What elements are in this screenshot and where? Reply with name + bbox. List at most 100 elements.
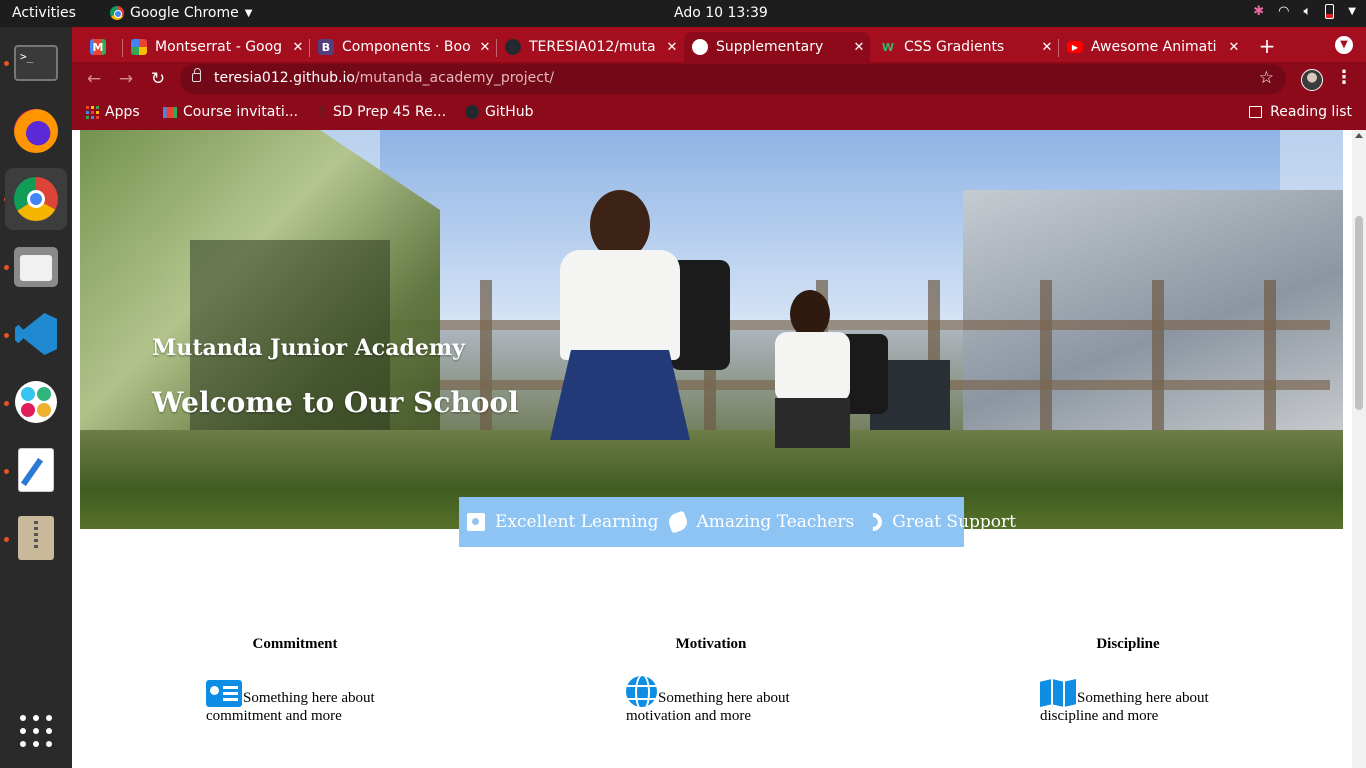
- bookmark-label: Apps: [105, 104, 140, 120]
- lock-icon[interactable]: [192, 68, 201, 82]
- google-fonts-icon: [131, 39, 147, 55]
- running-indicator: [4, 61, 9, 66]
- clock[interactable]: Ado 10 13:39: [674, 5, 768, 21]
- globe-icon: [692, 39, 708, 55]
- tab-title: Montserrat - Goog: [155, 39, 283, 55]
- files-icon[interactable]: [12, 243, 60, 291]
- features-bar: Excellent Learning Amazing Teachers Grea…: [459, 497, 1016, 547]
- close-icon[interactable]: ✕: [661, 40, 683, 55]
- running-indicator: [4, 265, 9, 270]
- tab-css-gradients[interactable]: W CSS Gradients ✕: [872, 32, 1058, 62]
- url-text: teresia012.github.io/mutanda_academy_pro…: [214, 70, 554, 86]
- close-icon[interactable]: ✕: [1036, 40, 1058, 55]
- map-icon: [1040, 679, 1076, 707]
- close-icon[interactable]: ✕: [1223, 40, 1245, 55]
- archive-manager-icon[interactable]: [12, 514, 60, 562]
- forward-button[interactable]: →: [114, 68, 138, 92]
- scrollbar-thumb[interactable]: [1355, 216, 1363, 410]
- chevron-down-icon: ▼: [244, 7, 253, 19]
- bookmark-sd-prep[interactable]: SD Prep 45 Re...: [317, 104, 446, 120]
- firefox-icon[interactable]: [12, 107, 60, 155]
- github-icon: [505, 39, 521, 55]
- reading-list-label: Reading list: [1270, 104, 1352, 120]
- tab-gmail[interactable]: M: [82, 32, 122, 62]
- activities-button[interactable]: Activities: [12, 5, 76, 21]
- chrome-icon[interactable]: [5, 168, 67, 230]
- tab-awesome-animations[interactable]: ▶ Awesome Animati ✕: [1059, 32, 1245, 62]
- slack-tray-icon[interactable]: ✱: [1253, 4, 1264, 19]
- more-menu-icon[interactable]: ⋮: [1335, 67, 1353, 88]
- page-scrollbar[interactable]: [1352, 130, 1366, 768]
- back-button[interactable]: ←: [82, 68, 106, 92]
- running-indicator: [4, 401, 9, 406]
- tab-bootstrap[interactable]: B Components · Boo ✕: [310, 32, 496, 62]
- bootstrap-icon: B: [318, 39, 334, 55]
- tab-title: TERESIA012/muta: [529, 39, 656, 55]
- tab-title: Components · Boo: [342, 39, 471, 55]
- bookmark-course-invitation[interactable]: Course invitati...: [163, 104, 298, 120]
- feature-label: Excellent Learning: [495, 512, 659, 532]
- running-indicator: [4, 469, 9, 474]
- tab-title: CSS Gradients: [904, 39, 1005, 55]
- feature-label: Amazing Teachers: [696, 512, 855, 532]
- column-motivation: Something here about motivation and more: [626, 676, 816, 725]
- tab-search-button[interactable]: ▼: [1335, 36, 1353, 54]
- new-tab-button[interactable]: +: [1255, 34, 1279, 58]
- close-icon[interactable]: ✕: [474, 40, 496, 55]
- hero-title: Welcome to Our School: [152, 386, 519, 419]
- column-title-discipline: Discipline: [1096, 636, 1160, 652]
- bookmark-star-icon[interactable]: ☆: [1259, 68, 1274, 88]
- chrome-icon: [110, 6, 124, 20]
- bookmark-github[interactable]: GitHub: [465, 104, 534, 120]
- browser-toolbar: ← → ↻ teresia012.github.io/mutanda_acade…: [72, 62, 1366, 96]
- reading-list-icon: [1249, 106, 1263, 118]
- url-host: teresia012.github.io: [214, 70, 355, 86]
- gmail-icon: M: [90, 39, 106, 55]
- apps-grid-icon: [86, 105, 99, 119]
- github-icon: [465, 105, 479, 119]
- page-viewport[interactable]: Mutanda Junior Academy Welcome to Our Sc…: [72, 130, 1366, 768]
- column-title-motivation: Motivation: [675, 636, 747, 652]
- tab-title: Supplementary: [716, 39, 824, 55]
- chrome-window: M Montserrat - Goog ✕ B Components · Boo…: [72, 27, 1366, 768]
- battery-icon[interactable]: [1325, 4, 1335, 19]
- tab-github[interactable]: TERESIA012/muta ✕: [497, 32, 683, 62]
- handshake-icon: [665, 510, 690, 534]
- close-icon[interactable]: ✕: [848, 40, 870, 55]
- terminal-glyph: >_: [14, 45, 58, 81]
- wifi-icon[interactable]: ◠: [1278, 4, 1289, 19]
- volume-icon[interactable]: 🔈︎: [1303, 4, 1311, 19]
- reload-button[interactable]: ↻: [146, 68, 170, 92]
- app-menu[interactable]: Google Chrome ▼: [110, 5, 252, 21]
- tab-strip: M Montserrat - Goog ✕ B Components · Boo…: [72, 27, 1366, 62]
- column-discipline: Something here about discipline and more: [1040, 679, 1230, 725]
- scroll-up-arrow-icon[interactable]: [1355, 133, 1363, 138]
- bookmark-label: Course invitati...: [183, 104, 299, 120]
- system-tray[interactable]: ✱ ◠ 🔈︎ ▼: [1253, 4, 1356, 19]
- address-bar[interactable]: teresia012.github.io/mutanda_academy_pro…: [180, 64, 1286, 94]
- bookmark-apps[interactable]: Apps: [86, 104, 140, 120]
- bookmarks-bar: Apps Course invitati... SD Prep 45 Re...…: [72, 96, 1366, 130]
- tab-montserrat[interactable]: Montserrat - Goog ✕: [123, 32, 309, 62]
- feature-label: Great Support: [892, 512, 1016, 532]
- feature-amazing-teachers: Amazing Teachers: [665, 510, 855, 534]
- terminal-icon[interactable]: >_: [12, 39, 60, 87]
- tab-supplementary[interactable]: Supplementary ✕: [684, 32, 870, 62]
- phone-icon: [860, 509, 887, 535]
- slack-icon[interactable]: [12, 378, 60, 426]
- column-commitment: Something here about commitment and more: [206, 680, 396, 725]
- show-applications-icon[interactable]: [20, 715, 52, 747]
- close-icon[interactable]: ✕: [287, 40, 309, 55]
- microverse-icon: [317, 105, 327, 119]
- vscode-icon[interactable]: [12, 310, 60, 358]
- system-top-bar: Activities Google Chrome ▼ Ado 10 13:39 …: [0, 0, 1366, 27]
- column-title-commitment: Commitment: [252, 636, 338, 652]
- text-editor-icon[interactable]: [12, 446, 60, 494]
- hero-image: Mutanda Junior Academy Welcome to Our Sc…: [80, 130, 1343, 529]
- profile-avatar[interactable]: [1301, 69, 1323, 91]
- hero-subtitle: Mutanda Junior Academy: [152, 335, 465, 361]
- bookmark-label: SD Prep 45 Re...: [333, 104, 447, 120]
- chevron-down-icon[interactable]: ▼: [1348, 6, 1356, 17]
- reading-list-button[interactable]: Reading list: [1249, 104, 1352, 120]
- app-name: Google Chrome: [130, 5, 239, 21]
